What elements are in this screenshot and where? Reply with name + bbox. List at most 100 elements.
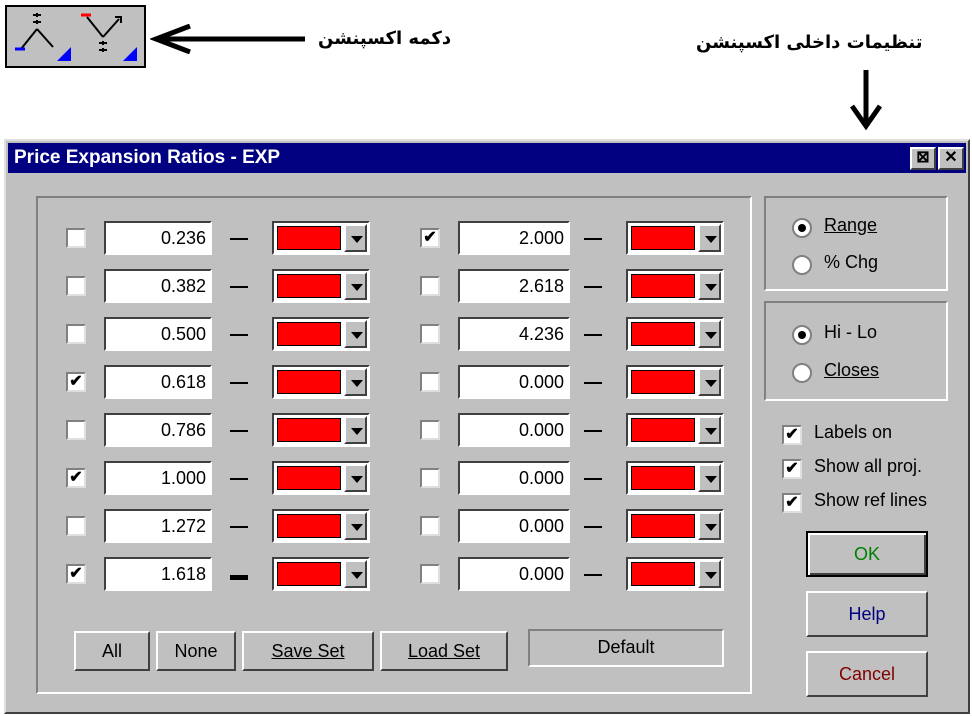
show-all-proj-checkbox[interactable]: ✔ xyxy=(782,459,802,479)
help-button[interactable]: Help xyxy=(806,591,928,637)
dropdown-arrow-icon[interactable] xyxy=(698,320,721,348)
ratio-checkbox[interactable] xyxy=(420,468,440,488)
ratio-checkbox[interactable] xyxy=(420,516,440,536)
color-select[interactable] xyxy=(272,413,370,447)
closes-radio[interactable] xyxy=(792,363,812,383)
ratio-checkbox[interactable] xyxy=(420,324,440,344)
ratio-checkbox[interactable]: ✔ xyxy=(66,468,86,488)
ratio-value-input[interactable]: 0.000 xyxy=(458,413,570,447)
ratio-checkbox[interactable]: ✔ xyxy=(420,228,440,248)
ratio-value-input[interactable]: 0.382 xyxy=(104,269,212,303)
color-select[interactable] xyxy=(626,269,724,303)
ratio-checkbox[interactable]: ✔ xyxy=(66,564,86,584)
ratio-value-input[interactable]: 0.236 xyxy=(104,221,212,255)
ratio-value-input[interactable]: 0.000 xyxy=(458,557,570,591)
color-select[interactable] xyxy=(272,269,370,303)
color-swatch xyxy=(277,418,341,442)
ratio-value-input[interactable]: 1.618 xyxy=(104,557,212,591)
color-select[interactable] xyxy=(272,557,370,591)
ratio-value-input[interactable]: 0.500 xyxy=(104,317,212,351)
dropdown-arrow-icon[interactable] xyxy=(698,560,721,588)
ratio-checkbox[interactable] xyxy=(66,324,86,344)
dropdown-arrow-icon[interactable] xyxy=(344,224,367,252)
show-ref-lines-label: Show ref lines xyxy=(814,490,928,510)
color-select[interactable] xyxy=(626,557,724,591)
labels-on-checkbox[interactable]: ✔ xyxy=(782,425,802,445)
color-select[interactable] xyxy=(272,221,370,255)
show-ref-lines-checkbox[interactable]: ✔ xyxy=(782,493,802,513)
ratio-value-input[interactable]: 2.618 xyxy=(458,269,570,303)
pct-chg-radio[interactable] xyxy=(792,255,812,275)
ratio-value-input[interactable]: 0.618 xyxy=(104,365,212,399)
dropdown-arrow-icon[interactable] xyxy=(698,512,721,540)
ratio-checkbox[interactable] xyxy=(420,372,440,392)
dropdown-arrow-icon[interactable] xyxy=(344,464,367,492)
save-set-label: Save Set xyxy=(271,641,345,661)
dropdown-arrow-icon[interactable] xyxy=(344,368,367,396)
left-arrow-icon xyxy=(150,24,305,54)
color-swatch xyxy=(631,274,695,298)
color-select[interactable] xyxy=(626,221,724,255)
default-set-display: Default xyxy=(528,629,724,667)
price-expansion-dialog: Price Expansion Ratios - EXP ⊠ ✕ All Non… xyxy=(4,139,970,714)
ratio-checkbox[interactable] xyxy=(66,516,86,536)
ratio-checkbox[interactable] xyxy=(420,420,440,440)
ratio-checkbox[interactable] xyxy=(420,564,440,584)
color-swatch xyxy=(631,466,695,490)
load-set-button[interactable]: Load Set xyxy=(380,631,508,671)
expansion-tool-button[interactable] xyxy=(13,11,73,61)
ratio-value-input[interactable]: 4.236 xyxy=(458,317,570,351)
color-select[interactable] xyxy=(626,461,724,495)
ratio-checkbox[interactable] xyxy=(420,276,440,296)
color-select[interactable] xyxy=(626,509,724,543)
color-select[interactable] xyxy=(626,365,724,399)
ratio-value-input[interactable]: 1.000 xyxy=(104,461,212,495)
color-select[interactable] xyxy=(272,509,370,543)
ratio-checkbox[interactable]: ✔ xyxy=(66,372,86,392)
color-swatch xyxy=(277,322,341,346)
color-swatch xyxy=(631,514,695,538)
dropdown-arrow-icon[interactable] xyxy=(698,224,721,252)
dropdown-arrow-icon[interactable] xyxy=(698,416,721,444)
dropdown-arrow-icon[interactable] xyxy=(344,272,367,300)
color-select[interactable] xyxy=(272,461,370,495)
range-radio[interactable] xyxy=(792,218,812,238)
ratio-value-input[interactable]: 2.000 xyxy=(458,221,570,255)
line-style-dash xyxy=(230,526,248,528)
dropdown-arrow-icon[interactable] xyxy=(344,416,367,444)
dropdown-arrow-icon[interactable] xyxy=(698,464,721,492)
range-group: Range % Chg xyxy=(764,196,948,291)
expansion-button-annotation: دکمه اکسپنشن xyxy=(318,28,452,49)
ratio-value-input[interactable]: 0.000 xyxy=(458,365,570,399)
color-select[interactable] xyxy=(272,317,370,351)
expansion-tool-button-alt[interactable] xyxy=(79,11,139,61)
ratio-checkbox[interactable] xyxy=(66,420,86,440)
ratio-value-input[interactable]: 1.272 xyxy=(104,509,212,543)
dropdown-arrow-icon[interactable] xyxy=(344,512,367,540)
color-swatch xyxy=(277,274,341,298)
hilo-radio[interactable] xyxy=(792,325,812,345)
none-button[interactable]: None xyxy=(156,631,236,671)
save-set-button[interactable]: Save Set xyxy=(242,631,374,671)
expansion-settings-annotation: تنظیمات داخلی اکسپنشن xyxy=(696,32,923,53)
ratio-value-input[interactable]: 0.000 xyxy=(458,509,570,543)
color-select[interactable] xyxy=(626,317,724,351)
dropdown-arrow-icon[interactable] xyxy=(344,320,367,348)
all-button[interactable]: All xyxy=(74,631,150,671)
dropdown-arrow-icon[interactable] xyxy=(344,560,367,588)
dropdown-arrow-icon[interactable] xyxy=(698,368,721,396)
close-icon[interactable]: ✕ xyxy=(938,147,964,170)
ratio-value-input[interactable]: 0.000 xyxy=(458,461,570,495)
cancel-button[interactable]: Cancel xyxy=(806,651,928,697)
color-select[interactable] xyxy=(626,413,724,447)
color-select[interactable] xyxy=(272,365,370,399)
dropdown-arrow-icon[interactable] xyxy=(698,272,721,300)
ratio-checkbox[interactable] xyxy=(66,276,86,296)
ok-button[interactable]: OK xyxy=(806,531,928,577)
ratio-checkbox[interactable] xyxy=(66,228,86,248)
color-swatch xyxy=(631,562,695,586)
dialog-title: Price Expansion Ratios - EXP xyxy=(14,147,281,168)
ratio-value-input[interactable]: 0.786 xyxy=(104,413,212,447)
pin-icon[interactable]: ⊠ xyxy=(910,147,936,170)
labels-on-label: Labels on xyxy=(814,422,893,442)
